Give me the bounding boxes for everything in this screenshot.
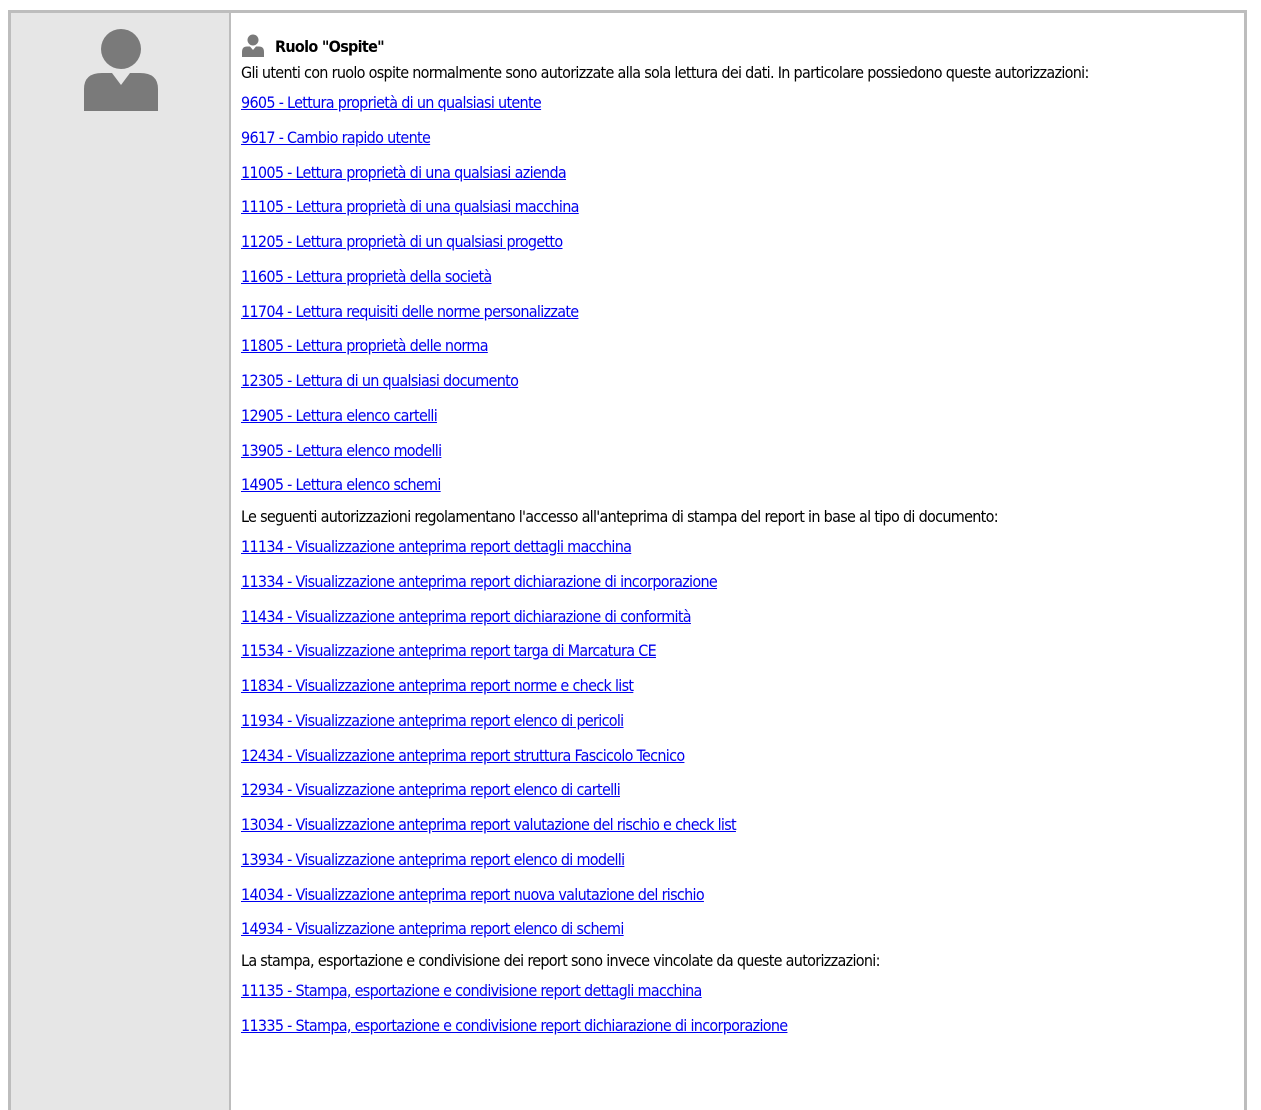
permission-link[interactable]: 11704 - Lettura requisiti delle norme pe… [241,295,1241,330]
reading-permissions-list: 9605 - Lettura proprietà di un qualsiasi… [241,86,1241,503]
role-title: Ruolo "Ospite" [275,36,385,56]
permission-link[interactable]: 11134 - Visualizzazione anteprima report… [241,530,1241,565]
permission-link[interactable]: 9605 - Lettura proprietà di un qualsiasi… [241,86,1241,121]
permission-link[interactable]: 11335 - Stampa, esportazione e condivisi… [241,1009,1241,1044]
permission-link[interactable]: 9617 - Cambio rapido utente [241,121,1241,156]
user-avatar-icon [84,29,158,111]
print-permissions-list: 11135 - Stampa, esportazione e condivisi… [241,974,1241,1044]
sidebar-panel [11,13,231,1110]
permission-link[interactable]: 14905 - Lettura elenco schemi [241,468,1241,503]
permission-link[interactable]: 11135 - Stampa, esportazione e condivisi… [241,974,1241,1009]
permission-link[interactable]: 11805 - Lettura proprietà delle norma [241,329,1241,364]
permission-link[interactable]: 11005 - Lettura proprietà di una qualsia… [241,156,1241,191]
permission-link[interactable]: 14934 - Visualizzazione anteprima report… [241,912,1241,947]
permission-link[interactable]: 11534 - Visualizzazione anteprima report… [241,634,1241,669]
permission-link[interactable]: 11334 - Visualizzazione anteprima report… [241,565,1241,600]
permission-link[interactable]: 12434 - Visualizzazione anteprima report… [241,739,1241,774]
permission-link[interactable]: 13905 - Lettura elenco modelli [241,434,1241,469]
permission-link[interactable]: 12905 - Lettura elenco cartelli [241,399,1241,434]
permission-link[interactable]: 11934 - Visualizzazione anteprima report… [241,704,1241,739]
permission-link[interactable]: 11205 - Lettura proprietà di un qualsias… [241,225,1241,260]
role-intro: Gli utenti con ruolo ospite normalmente … [241,63,1089,82]
permission-link[interactable]: 12934 - Visualizzazione anteprima report… [241,773,1241,808]
permission-link[interactable]: 11105 - Lettura proprietà di una qualsia… [241,190,1241,225]
user-icon [242,34,264,57]
permission-link[interactable]: 13934 - Visualizzazione anteprima report… [241,843,1241,878]
role-content: Ruolo "Ospite" Gli utenti con ruolo ospi… [241,31,1241,1044]
preview-description: Le seguenti autorizzazioni regolamentano… [241,507,999,526]
permission-link[interactable]: 11434 - Visualizzazione anteprima report… [241,600,1241,635]
role-card: Ruolo "Ospite" Gli utenti con ruolo ospi… [8,10,1247,1110]
print-description: La stampa, esportazione e condivisione d… [241,951,880,970]
role-header: Ruolo "Ospite" [241,31,1241,61]
permission-link[interactable]: 11605 - Lettura proprietà della società [241,260,1241,295]
permission-link[interactable]: 11834 - Visualizzazione anteprima report… [241,669,1241,704]
permission-link[interactable]: 14034 - Visualizzazione anteprima report… [241,878,1241,913]
preview-permissions-list: 11134 - Visualizzazione anteprima report… [241,530,1241,947]
permission-link[interactable]: 12305 - Lettura di un qualsiasi document… [241,364,1241,399]
permission-link[interactable]: 13034 - Visualizzazione anteprima report… [241,808,1241,843]
